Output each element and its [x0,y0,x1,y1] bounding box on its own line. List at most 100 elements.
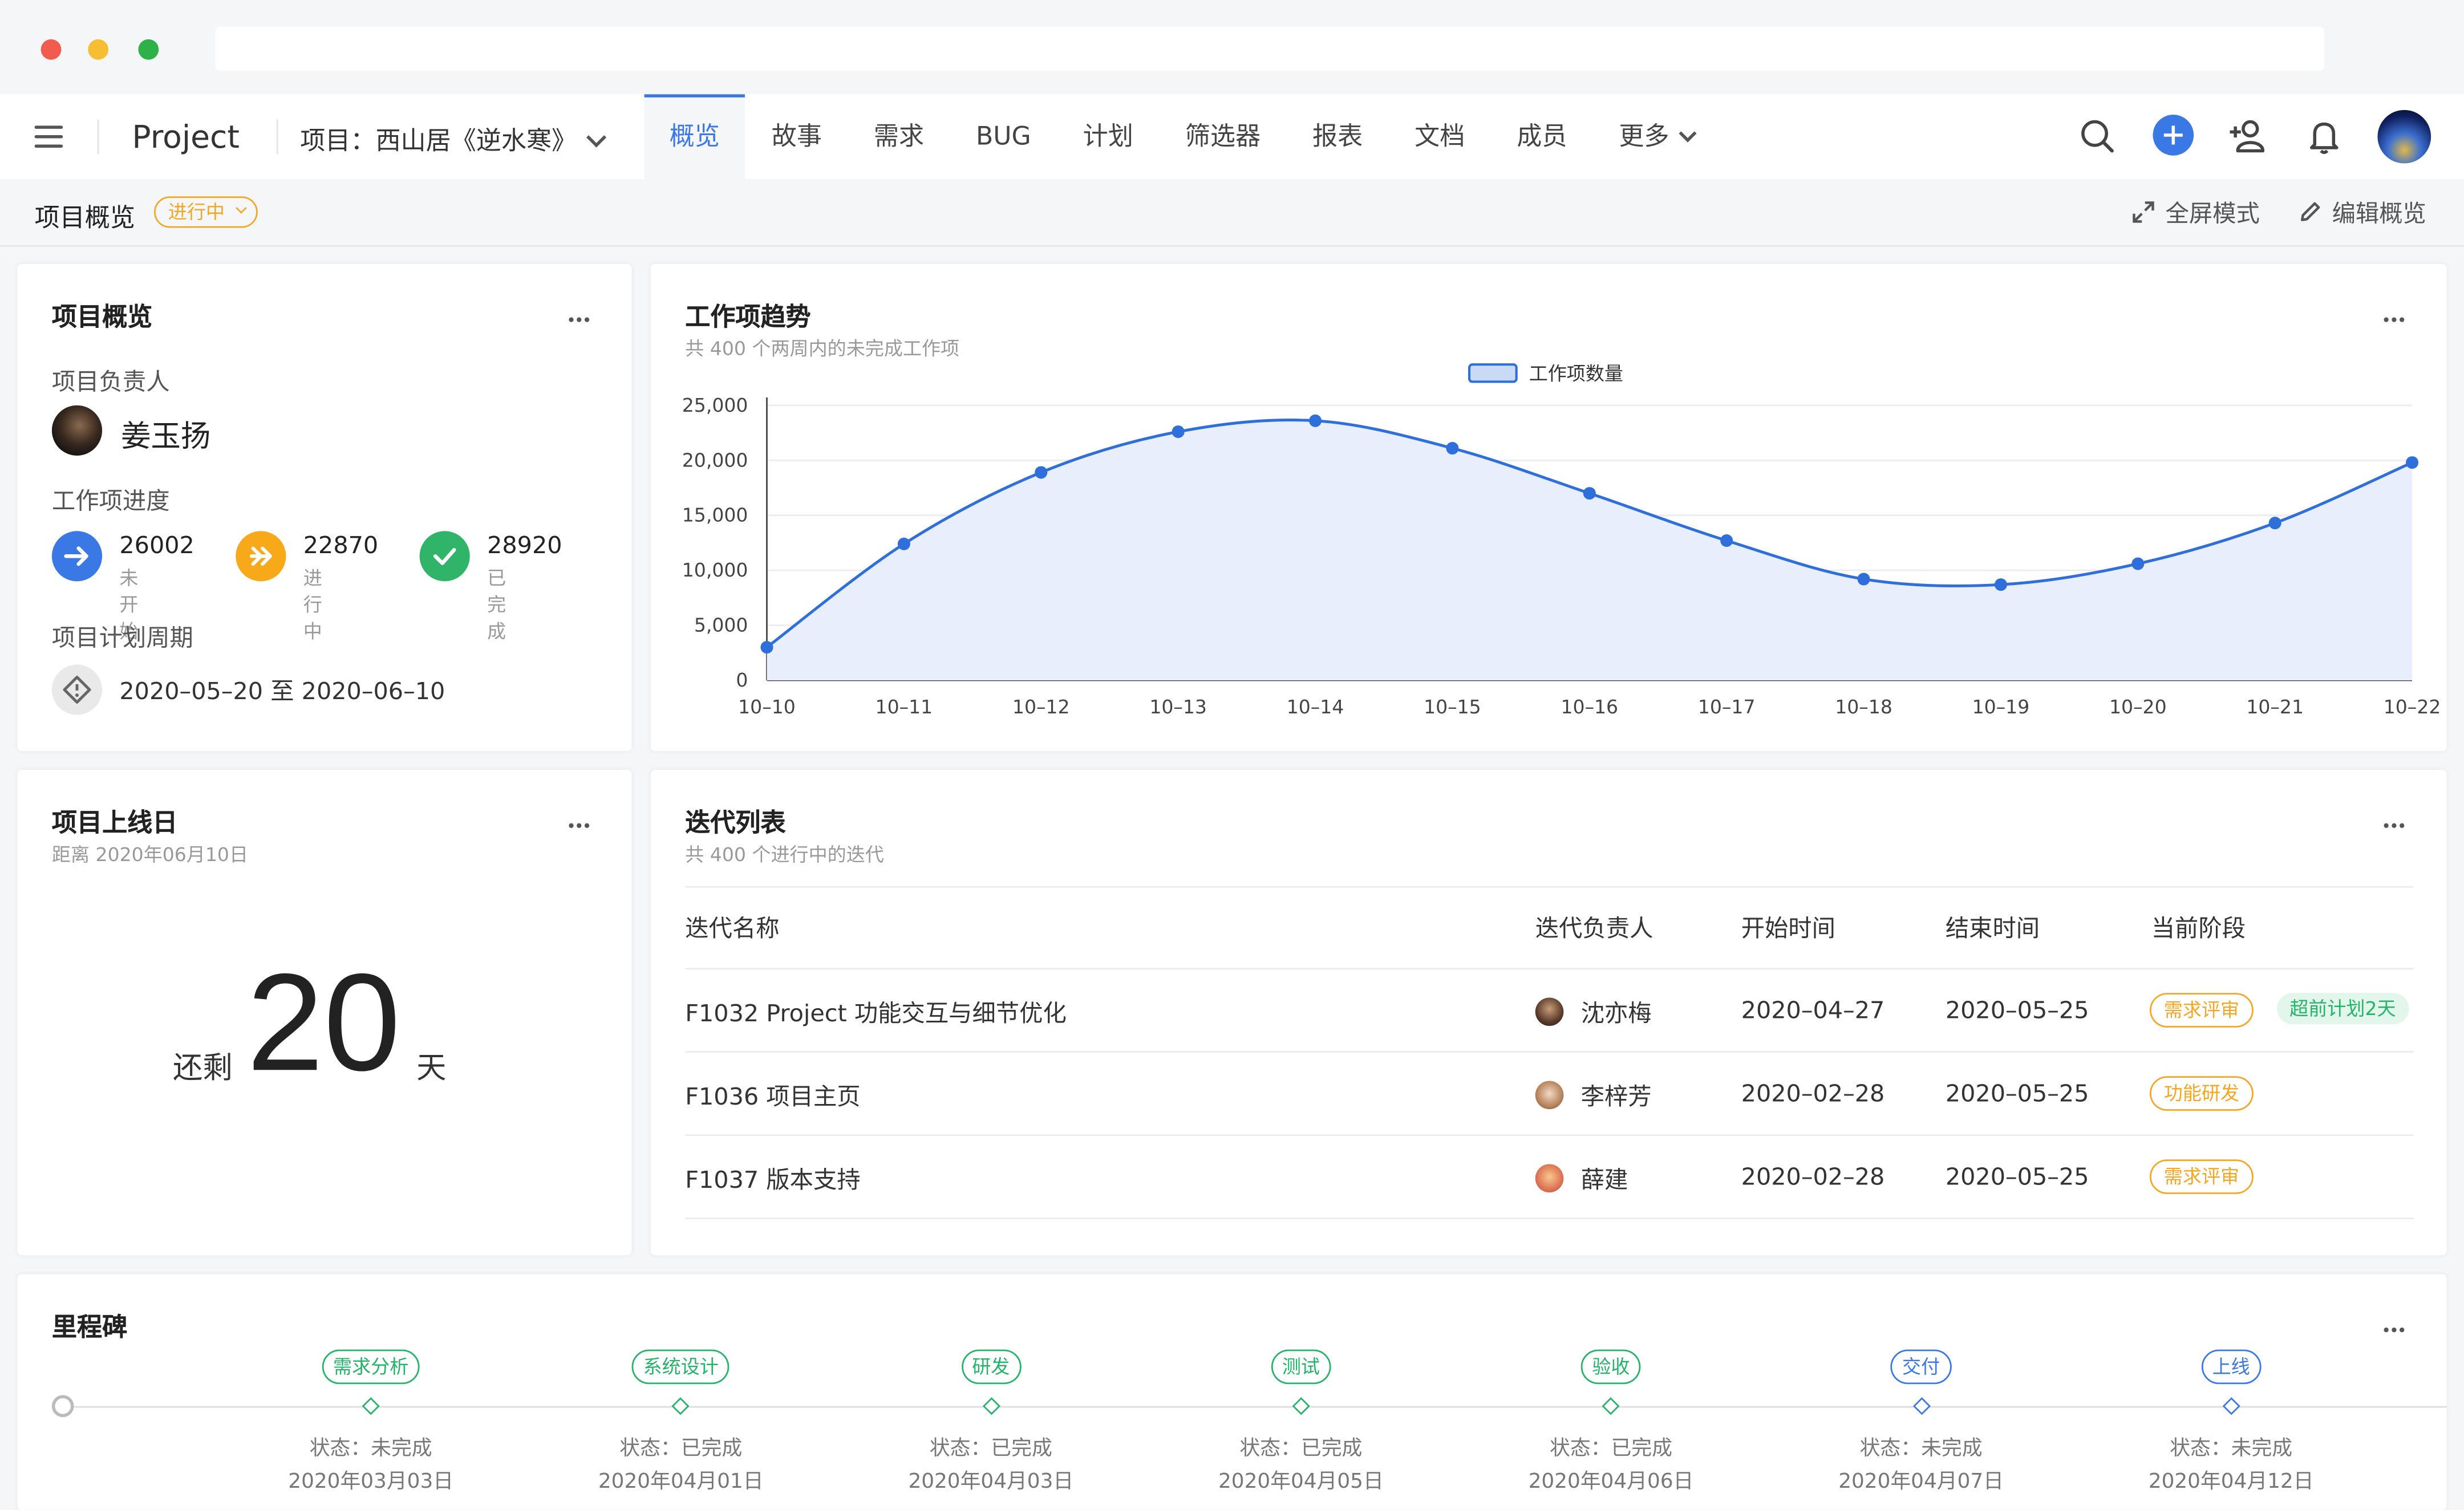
divider [685,886,2414,888]
pencil-icon [2301,202,2320,221]
card-title: 迭代列表 [685,807,786,838]
tab-reports[interactable]: 报表 [1287,94,1388,179]
x-tick-label: 10–10 [738,696,796,718]
x-tick-label: 10–17 [1698,696,1756,718]
tab-plan[interactable]: 计划 [1058,94,1158,179]
close-window-button[interactable] [40,39,62,60]
divider [685,1051,2414,1053]
stage-tag: 需求评审 [2149,1159,2254,1194]
owner-name: 姜玉扬 [121,419,211,454]
card-title: 项目上线日 [51,807,178,838]
milestone-date: 2020年04月06日 [1528,1470,1694,1495]
data-point [1720,534,1733,547]
milestone-date: 2020年03月03日 [288,1470,454,1495]
fullscreen-label: 全屏模式 [2165,199,2260,228]
bell-icon[interactable] [2304,116,2345,157]
progress-value: 22870 [303,531,379,559]
tab-members[interactable]: 成员 [1492,94,1592,179]
milestone-date: 2020年04月07日 [1838,1470,2004,1495]
milestone-diamond-icon [362,1397,380,1415]
edit-overview-button[interactable]: 编辑概览 [2297,196,2426,229]
double-arrow-icon [236,531,286,582]
x-tick-label: 10–21 [2246,696,2304,718]
data-point [1446,442,1459,455]
divider [97,119,99,154]
milestone-tag: 研发 [961,1349,1021,1385]
end-date: 2020–05–25 [1945,1079,2089,1108]
x-tick-label: 10–18 [1835,696,1892,718]
user-avatar[interactable] [2377,109,2431,164]
avatar [1535,997,1564,1026]
y-tick-label: 5,000 [694,614,748,636]
tab-filters[interactable]: 筛选器 [1160,94,1286,179]
data-point [897,537,910,550]
column-header: 迭代名称 [685,914,780,943]
iterations-card: 迭代列表 共 400 个进行中的迭代 迭代名称 迭代负责人 开始时间 结束时间 … [650,769,2447,1256]
brand-name: Project [132,117,240,156]
edit-overview-label: 编辑概览 [2332,199,2426,228]
milestone-diamond-icon [1292,1397,1310,1415]
period-label: 项目计划周期 [51,623,193,652]
more-icon[interactable] [569,805,597,828]
x-tick-label: 10–12 [1012,696,1070,718]
milestone-item[interactable]: 测试 状态：已完成 2020年04月05日 [1207,1349,1396,1494]
chevron-down-icon [236,202,247,214]
milestone-date: 2020年04月05日 [1218,1470,1384,1495]
tab-bug[interactable]: BUG [951,94,1056,179]
tab-docs[interactable]: 文档 [1389,94,1490,179]
add-button[interactable] [2153,115,2194,156]
maximize-window-button[interactable] [138,39,159,60]
milestone-track [61,1406,2447,1408]
column-header: 开始时间 [1741,914,1835,943]
card-title: 里程碑 [51,1312,128,1342]
iteration-owner: 沈亦梅 [1580,999,1652,1028]
search-icon[interactable] [2077,116,2118,157]
project-selector[interactable]: 项目：西山居《逆水寒》 [300,119,607,157]
fullscreen-button[interactable]: 全屏模式 [2131,196,2260,229]
milestone-tag: 上线 [2201,1349,2262,1385]
menu-icon[interactable] [34,125,63,148]
address-bar[interactable] [215,26,2324,71]
x-tick-label: 10–22 [2384,696,2441,718]
tab-overview[interactable]: 概览 [644,94,745,180]
milestone-item[interactable]: 交付状态：未完成 2020年04月07日 [1827,1349,2016,1494]
more-icon[interactable] [569,298,597,322]
milestone-diamond-icon [672,1397,690,1415]
milestone-item[interactable]: 验收 状态：已完成 2020年04月06日 [1517,1349,1705,1494]
data-point [1172,425,1185,439]
tab-stories[interactable]: 故事 [747,94,847,179]
milestone-status: 状态：未完成 [1859,1437,1983,1462]
minimize-window-button[interactable] [88,39,109,60]
milestone-item[interactable]: 系统设计 状态：已完成 2020年04月01日 [586,1349,775,1494]
more-icon[interactable] [2384,805,2412,828]
milestone-start-dot [51,1395,74,1418]
x-tick-label: 10–14 [1287,696,1344,718]
more-icon[interactable] [2384,1309,2412,1333]
data-point [1994,578,2007,591]
column-header: 迭代负责人 [1535,914,1654,943]
data-point [2406,456,2419,469]
y-tick-label: 15,000 [682,504,748,526]
milestone-item[interactable]: 需求分析 状态：未完成 2020年03月03日 [277,1349,465,1494]
tab-requirements[interactable]: 需求 [849,94,949,179]
milestone-status: 状态：已完成 [1550,1437,1672,1462]
start-date: 2020–04–27 [1741,996,1885,1025]
status-dropdown[interactable]: 进行中 [153,196,258,228]
y-tick-label: 25,000 [682,394,748,416]
add-user-icon[interactable] [2227,116,2268,157]
x-tick-label: 10–19 [1972,696,2030,718]
milestone-item[interactable]: 研发 状态：已完成 2020年04月03日 [897,1349,1085,1494]
tab-more[interactable]: 更多 [1594,94,1719,179]
milestone-item[interactable]: 上线 状态：未完成 2020年04月12日 [2137,1349,2325,1494]
data-point [1583,487,1596,500]
milestone-diamond-icon [2222,1397,2240,1415]
column-header: 当前阶段 [2151,914,2246,943]
stage-tag: 需求评审 [2149,993,2254,1028]
window-chrome [0,0,2464,95]
column-header: 结束时间 [1945,914,2040,943]
tab-more-label: 更多 [1619,121,1669,151]
milestone-tag: 交付 [1891,1349,1951,1385]
progress-caption: 进行中 [303,567,322,643]
progress-label: 工作项进度 [51,487,170,515]
milestone-status: 状态：未完成 [309,1437,432,1462]
